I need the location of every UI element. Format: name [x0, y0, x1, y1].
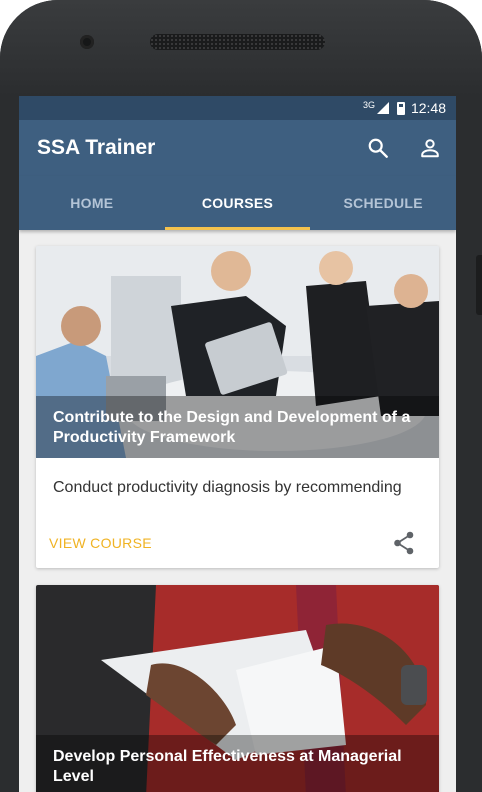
- view-course-button[interactable]: VIEW COURSE: [49, 535, 152, 551]
- tab-courses[interactable]: COURSES: [164, 176, 311, 230]
- course-title: Develop Personal Effectiveness at Manage…: [36, 735, 439, 792]
- course-image: Develop Personal Effectiveness at Manage…: [36, 585, 439, 792]
- search-icon: [368, 138, 388, 158]
- app-screen: 3G 12:48 SSA Trainer HOME COURSES SCHEDU…: [19, 96, 456, 792]
- app-bar: SSA Trainer: [19, 120, 456, 176]
- status-time: 12:48: [410, 100, 446, 116]
- share-button[interactable]: [389, 528, 419, 558]
- person-icon: [421, 139, 439, 158]
- front-camera: [80, 35, 94, 49]
- search-button[interactable]: [352, 122, 404, 174]
- tab-bar: HOME COURSES SCHEDULE: [19, 176, 456, 230]
- phone-top-bezel: [0, 0, 482, 96]
- app-title: SSA Trainer: [37, 136, 156, 159]
- earpiece-speaker: [150, 34, 325, 50]
- course-image: Contribute to the Design and Development…: [36, 246, 439, 458]
- course-title: Contribute to the Design and Development…: [36, 396, 439, 458]
- tab-home[interactable]: HOME: [19, 176, 165, 230]
- share-icon: [394, 531, 414, 555]
- battery-icon: [396, 101, 405, 115]
- account-button[interactable]: [404, 122, 456, 174]
- phone-frame: 3G 12:48 SSA Trainer HOME COURSES SCHEDU…: [0, 0, 482, 792]
- network-type: 3G: [362, 100, 375, 110]
- status-bar: 3G 12:48: [19, 96, 456, 120]
- tab-schedule[interactable]: SCHEDULE: [310, 176, 456, 230]
- course-card[interactable]: Contribute to the Design and Development…: [36, 246, 439, 568]
- course-card[interactable]: Develop Personal Effectiveness at Manage…: [36, 585, 439, 792]
- signal-icon: [376, 102, 389, 114]
- course-description: Conduct productivity diagnosis by recomm…: [53, 479, 402, 496]
- card-actions: VIEW COURSE: [36, 522, 439, 568]
- course-list: Contribute to the Design and Development…: [19, 230, 456, 792]
- side-button: [476, 255, 482, 315]
